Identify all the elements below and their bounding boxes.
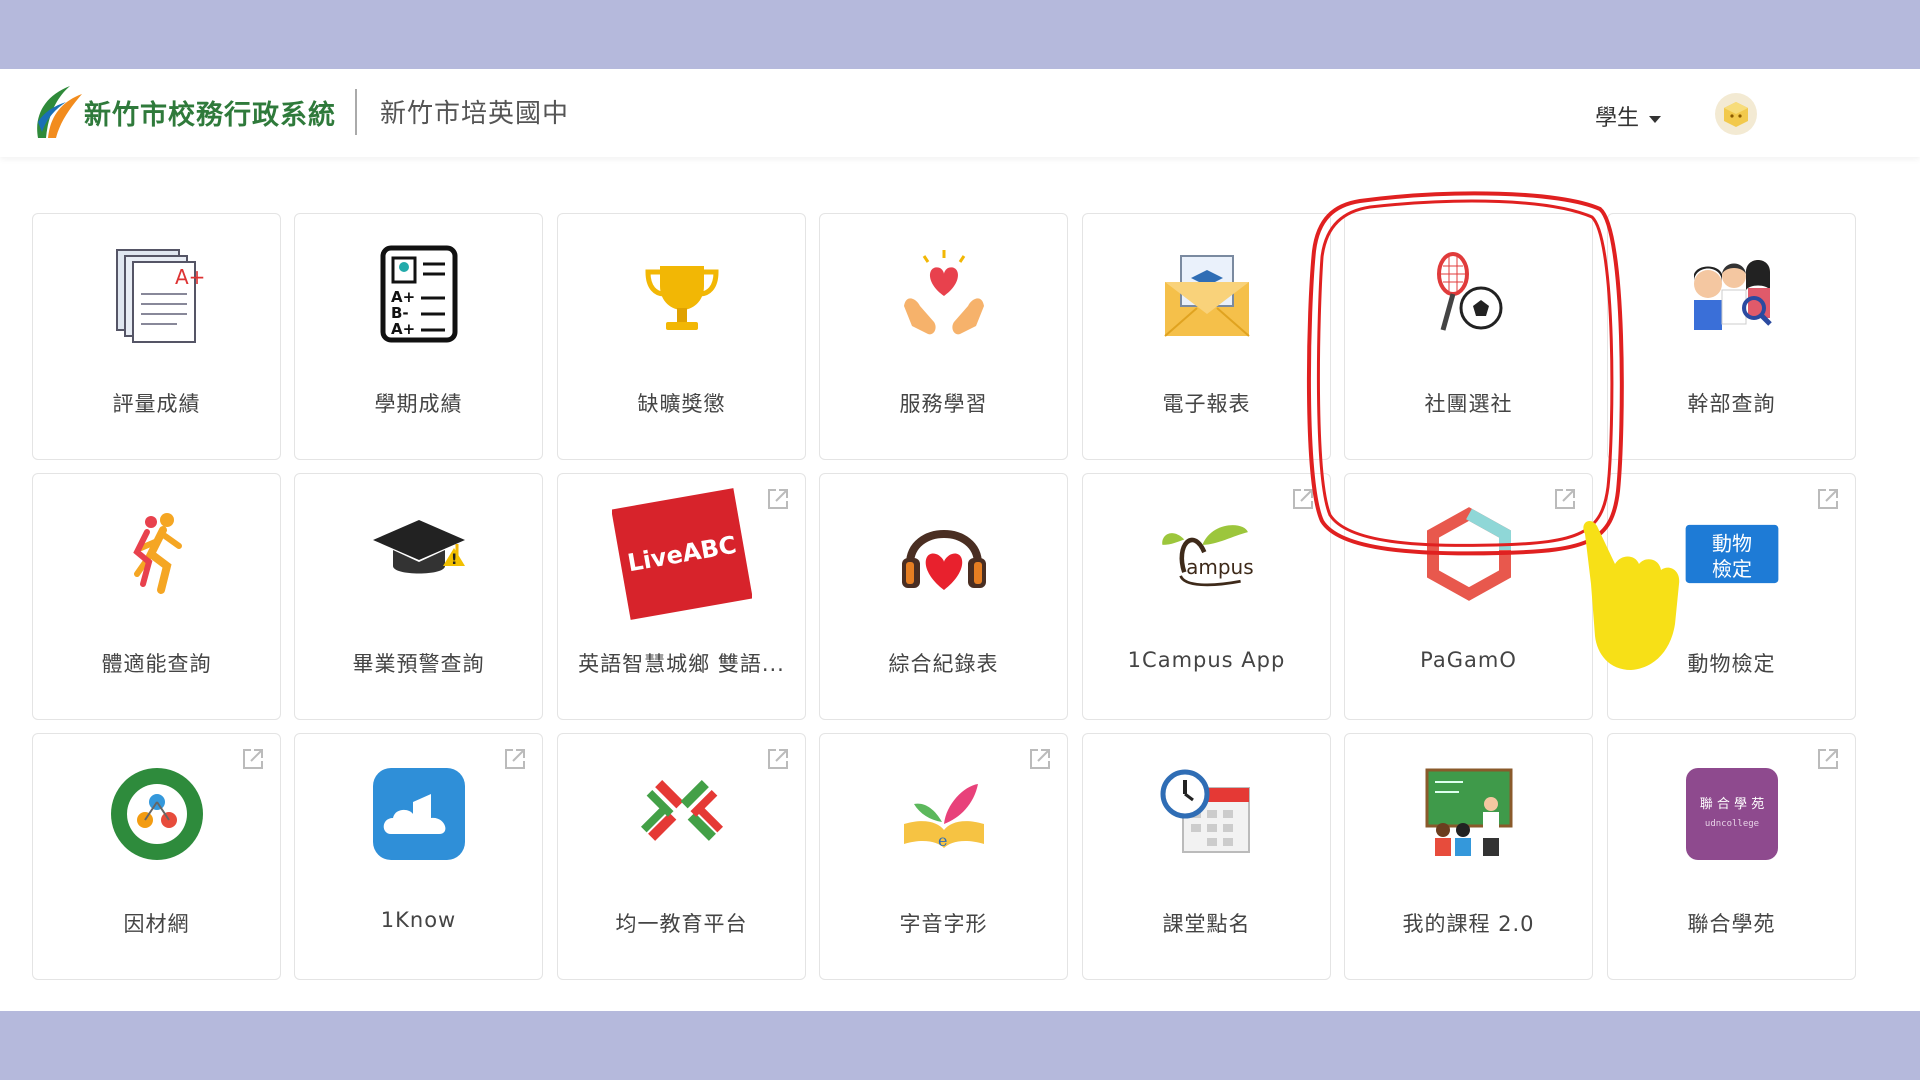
- svg-text:!: !: [451, 552, 457, 568]
- classroom-icon: [1419, 764, 1519, 864]
- svg-text:檢定: 檢定: [1712, 557, 1752, 581]
- app-tile-label: 因材網: [123, 912, 190, 936]
- app-window: 新竹市校務行政系統 新竹市培英國中 學生 A+ 評量成績 A+ B- A+ 學期成績 缺曠獎…: [0, 69, 1920, 1011]
- app-tile-label: 服務學習: [899, 392, 988, 416]
- app-tile-label: 缺曠獎懲: [637, 392, 726, 416]
- svg-text:e: e: [938, 831, 947, 850]
- hands-heart-icon: [894, 244, 994, 344]
- sports-ball-icon: [1419, 244, 1519, 344]
- app-tile[interactable]: 綜合紀錄表: [819, 473, 1068, 720]
- svg-text:A+: A+: [391, 320, 415, 338]
- app-tile[interactable]: 缺曠獎懲: [557, 213, 806, 460]
- external-link-icon[interactable]: [1290, 486, 1316, 512]
- runner-icon: [107, 504, 207, 604]
- app-tile-label: PaGamO: [1420, 648, 1517, 672]
- app-tile[interactable]: 1Know: [294, 733, 543, 980]
- external-link-icon[interactable]: [1815, 746, 1841, 772]
- liveabc-logo-icon: LiveABC: [612, 484, 752, 624]
- app-tile[interactable]: 體適能查詢: [32, 473, 281, 720]
- app-tile[interactable]: 服務學習: [819, 213, 1068, 460]
- app-tile[interactable]: 我的課程 2.0: [1344, 733, 1593, 980]
- app-tile[interactable]: 因材網: [32, 733, 281, 980]
- campus-logo-icon: ampus: [1157, 504, 1257, 604]
- app-tile[interactable]: e 字音字形: [819, 733, 1068, 980]
- app-tile-label: 體適能查詢: [101, 652, 212, 676]
- external-link-icon[interactable]: [765, 746, 791, 772]
- svg-text:udncollege: udncollege: [1705, 819, 1759, 829]
- svg-text:A+: A+: [175, 265, 205, 289]
- app-tile-label: 評量成績: [112, 392, 201, 416]
- udn-college-logo-icon: 聯 合 學 苑 udncollege: [1682, 764, 1782, 864]
- role-dropdown[interactable]: 學生: [1595, 100, 1662, 132]
- app-tile[interactable]: 幹部查詢: [1607, 213, 1856, 460]
- app-tile[interactable]: 均一教育平台: [557, 733, 806, 980]
- header-divider: [355, 89, 357, 135]
- external-link-icon[interactable]: [502, 746, 528, 772]
- junyi-logo-icon: [632, 764, 732, 864]
- app-tile[interactable]: 動物 檢定 動物檢定: [1607, 473, 1856, 720]
- app-tile-label: 1Campus App: [1127, 648, 1286, 672]
- svg-text:聯 合 學 苑: 聯 合 學 苑: [1700, 797, 1764, 812]
- app-tile[interactable]: ! 畢業預警查詢: [294, 473, 543, 720]
- graduation-warning-icon: !: [369, 504, 469, 604]
- 1know-cloud-icon: [369, 764, 469, 864]
- app-tile[interactable]: LiveABC 英語智慧城鄉 雙語...: [557, 473, 806, 720]
- leaf-logo-icon: [37, 86, 82, 138]
- clock-calendar-icon: [1157, 764, 1257, 864]
- app-tile[interactable]: A+ B- A+ 學期成績: [294, 213, 543, 460]
- report-card-icon: A+ B- A+: [369, 244, 469, 344]
- external-link-icon[interactable]: [1815, 486, 1841, 512]
- open-book-icon: e: [894, 764, 994, 864]
- app-tile-label: 英語智慧城鄉 雙語...: [578, 652, 785, 676]
- app-tile-label: 學期成績: [374, 392, 463, 416]
- svg-text:ampus: ampus: [1186, 555, 1254, 579]
- user-avatar[interactable]: [1715, 93, 1757, 135]
- app-tile-label: 字音字形: [899, 912, 988, 936]
- app-tile-label: 綜合紀錄表: [888, 652, 999, 676]
- app-tile[interactable]: A+ 評量成績: [32, 213, 281, 460]
- external-link-icon[interactable]: [1552, 486, 1578, 512]
- caret-down-icon: [1649, 115, 1662, 123]
- app-tile-label: 均一教育平台: [615, 912, 748, 936]
- app-tile-label: 電子報表: [1162, 392, 1251, 416]
- app-tile-label: 我的課程 2.0: [1402, 912, 1535, 936]
- system-title[interactable]: 新竹市校務行政系統: [84, 93, 336, 132]
- header-bar: 新竹市校務行政系統 新竹市培英國中 學生: [0, 69, 1920, 157]
- external-link-icon[interactable]: [240, 746, 266, 772]
- app-tile-label: 畢業預警查詢: [352, 652, 485, 676]
- app-tile[interactable]: 聯 合 學 苑 udncollege 聯合學苑: [1607, 733, 1856, 980]
- external-link-icon[interactable]: [1027, 746, 1053, 772]
- graded-paper-icon: A+: [107, 244, 207, 344]
- headphones-heart-icon: [894, 504, 994, 604]
- animal-exam-logo-icon: 動物 檢定: [1682, 504, 1782, 604]
- app-tile-label: 幹部查詢: [1687, 392, 1776, 416]
- trophy-icon: [632, 244, 732, 344]
- app-tile[interactable]: ampus 1Campus App: [1082, 473, 1331, 720]
- school-name: 新竹市培英國中: [380, 99, 570, 129]
- adaptive-learning-logo-icon: [107, 764, 207, 864]
- envelope-report-icon: [1157, 244, 1257, 344]
- app-tile[interactable]: PaGamO: [1344, 473, 1593, 720]
- app-tile[interactable]: 電子報表: [1082, 213, 1331, 460]
- app-tile-label: 1Know: [380, 908, 457, 932]
- pagamo-logo-icon: [1419, 504, 1519, 604]
- app-tile[interactable]: 社團選社: [1344, 213, 1593, 460]
- app-tile-label: 社團選社: [1424, 392, 1513, 416]
- app-tile-label: 動物檢定: [1687, 652, 1776, 676]
- app-tile-label: 課堂點名: [1162, 912, 1251, 936]
- external-link-icon[interactable]: [765, 486, 791, 512]
- cube-avatar-icon: [1724, 102, 1748, 127]
- svg-text:動物: 動物: [1712, 531, 1752, 555]
- app-tile[interactable]: 課堂點名: [1082, 733, 1331, 980]
- app-tile-label: 聯合學苑: [1687, 912, 1776, 936]
- people-search-icon: [1682, 244, 1782, 344]
- role-label: 學生: [1595, 106, 1640, 131]
